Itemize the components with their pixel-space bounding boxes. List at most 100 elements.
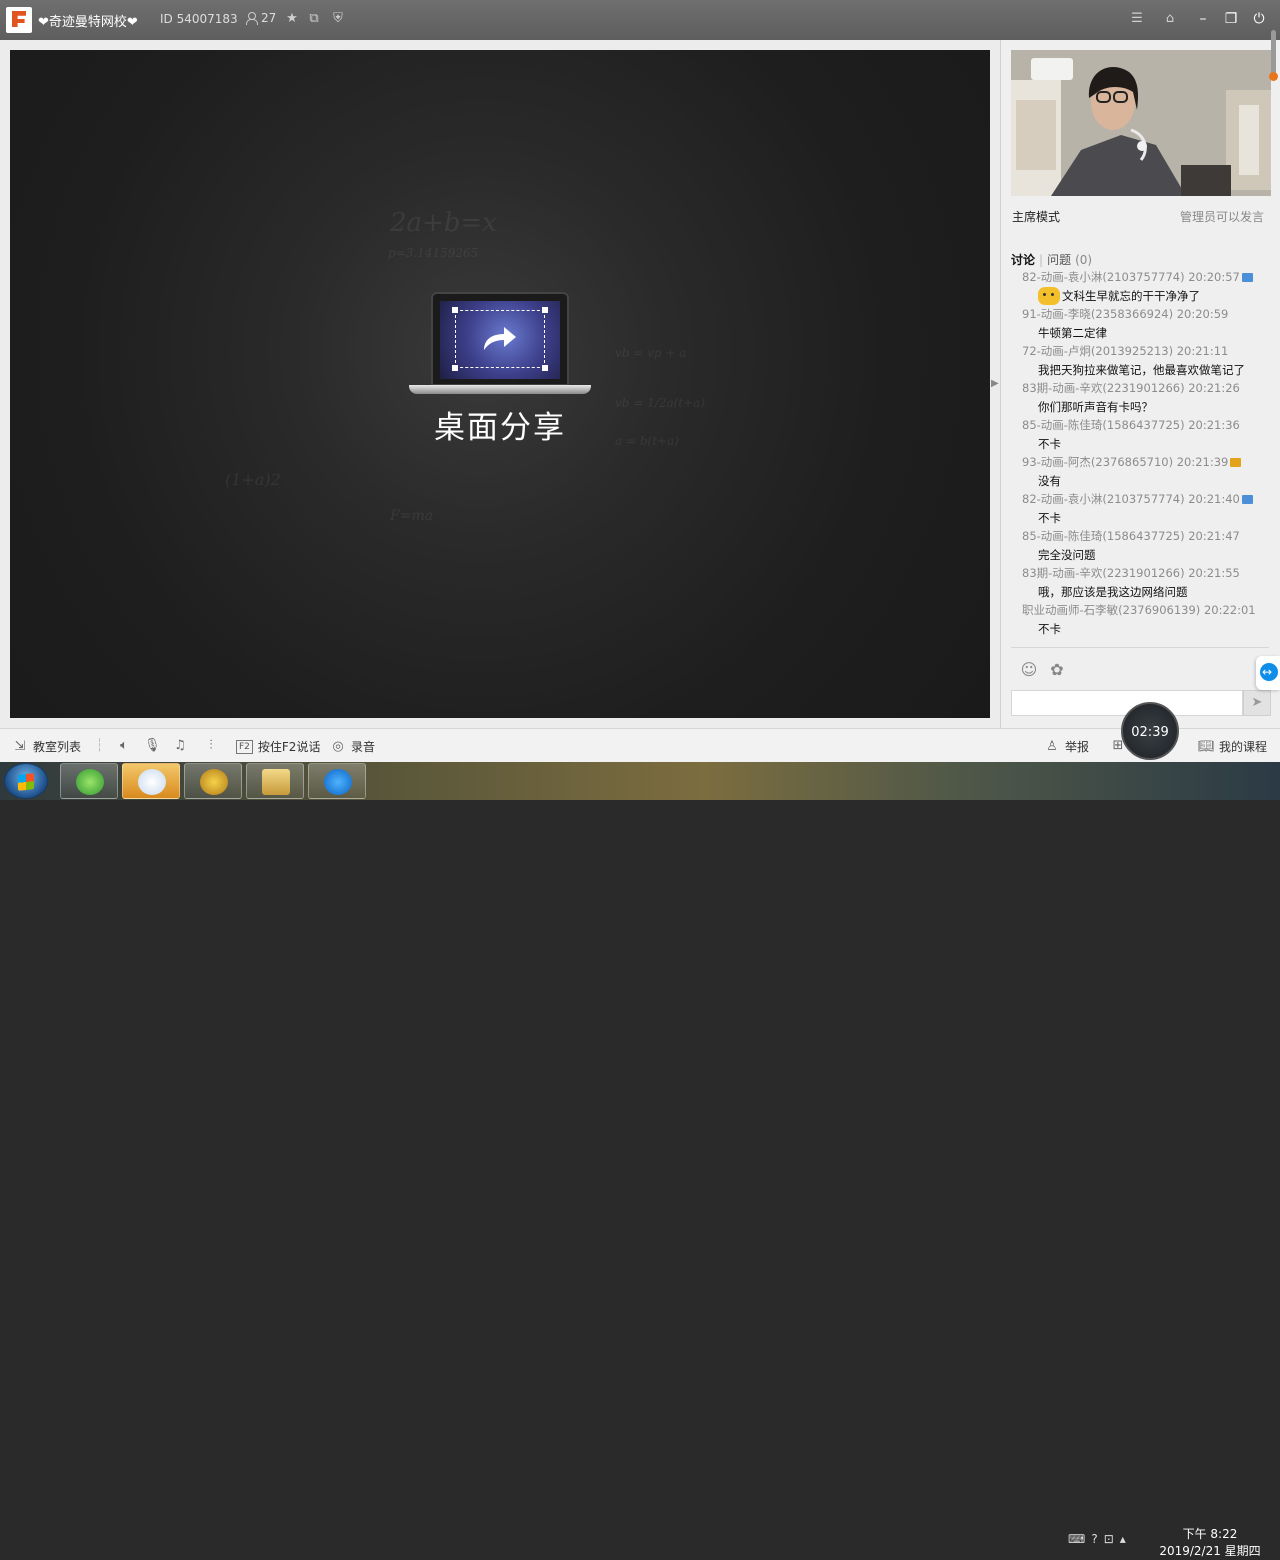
chat-message-header: 83期-动画-辛欢(2231901266) 20:21:26 [1022,381,1240,395]
bottom-toolbar: ⇲ 教室列表 ┆ 🔈︎ 🎙︎ ♫ ⫶ F2 按住F2说话 ◎ 录音 ♙ 举报 ⊞… [0,728,1280,762]
microphone-icon: 🎙︎ [144,738,161,753]
star-icon[interactable]: ★ [285,12,299,26]
folder-icon [262,769,290,795]
chat-message-header: 85-动画-陈佳琦(1586437725) 20:21:47 [1022,529,1240,543]
timer-widget[interactable]: 02:39 [1121,702,1179,760]
browser-icon [76,769,104,795]
taskbar-app-classroom[interactable] [122,763,180,799]
user-badge-icon [1241,495,1253,504]
push-to-talk-button[interactable]: F2 按住F2说话 [236,738,320,755]
online-count[interactable]: 27 [246,11,276,25]
power-icon[interactable]: ⏻ [1250,10,1268,28]
push-to-talk-label: 按住F2说话 [257,740,321,754]
teamviewer-tab-icon[interactable] [1256,656,1280,690]
right-panel: 主席模式 管理员可以发言 讨论 | 问题 (0) 82-动画-袁小淋(21037… [1000,40,1280,728]
menu-icon[interactable]: ☰ [1130,12,1144,26]
start-button[interactable] [4,763,48,799]
tab-question[interactable]: 问题 [1047,251,1071,268]
chat-message-body: 文科生早就忘的干干净净了 [1011,287,1269,305]
chalk-formula: p=3.14159265 [388,246,479,260]
shield-icon[interactable]: ⛨ [331,12,345,26]
exit-icon: ⇲ [14,738,26,754]
clock[interactable]: 下午 8:22 2019/2/21 星期四 [1150,1526,1270,1560]
teamviewer-icon [324,769,352,795]
app-logo [6,7,32,33]
record-label: 录音 [351,740,376,754]
taskbar-app-browser[interactable] [60,763,118,799]
my-courses-button[interactable]: 📖︎ 我的课程 [1198,738,1267,755]
taskbar-app-explorer[interactable] [246,763,304,799]
online-count-value: 27 [261,11,277,25]
record-button[interactable]: ◎ 录音 [330,738,375,755]
person-icon [246,12,258,25]
taskbar: ⌨ ? ⊡ ▴ 下午 8:22 2019/2/21 星期四 [0,762,1280,1558]
music-button[interactable]: ♫ [172,738,188,754]
chat-list[interactable]: 82-动画-袁小淋(2103757774) 20:20:57 文科生早就忘的干干净… [1011,268,1269,648]
chalk-formula: vb = 1/2a(t+a) [615,396,706,410]
clock-time: 下午 8:22 [1182,1527,1238,1541]
scroll-knob[interactable] [1269,72,1278,81]
chat-message-header: 72-动画-卢炯(2013925213) 20:21:11 [1022,344,1229,358]
mixer-button[interactable]: ⫶ [203,738,219,754]
emoji-icon[interactable]: ☺ [1019,660,1039,680]
chat-message-header: 91-动画-李晓(2358366924) 20:20:59 [1022,307,1229,321]
copy-icon[interactable]: ⧉ [307,12,321,26]
send-button[interactable]: ➤ [1243,690,1271,716]
question-count: (0) [1075,252,1093,267]
desktop-share-label: 桌面分享 [434,410,566,446]
minimize-icon[interactable]: – [1194,10,1212,28]
title-bar: ❤奇迹曼特网校❤ ID 54007183 27 ★ ⧉ ⛨ ☰ ⌂ – ❐ ⏻ [0,0,1280,40]
room-name: ❤奇迹曼特网校❤ [38,15,138,30]
chat-message-body: 不卡 [1038,621,1061,636]
chalk-formula: F=ma [390,508,434,524]
speaker-button[interactable]: 🔈︎ [116,738,132,754]
keyboard-icon[interactable]: ⌨ [1068,1532,1085,1546]
microphone-button[interactable]: 🎙︎ [144,738,161,754]
game-icon [200,769,228,795]
chat-message-header: 93-动画-阿杰(2376865710) 20:21:39 [1011,453,1269,472]
clock-date: 2019/2/21 星期四 [1159,1544,1261,1558]
taskbar-app-teamviewer[interactable] [308,763,366,799]
skin-icon[interactable]: ⌂ [1163,12,1177,26]
tab-discuss[interactable]: 讨论 [1011,251,1035,268]
classroom-list-label: 教室列表 [33,740,82,754]
tray-expand-icon[interactable]: ▴ [1120,1532,1126,1546]
chat-message-header: 82-动画-袁小淋(2103757774) 20:21:40 [1011,490,1269,509]
my-courses-label: 我的课程 [1219,740,1268,754]
f2-key-icon: F2 [236,739,253,754]
chat-message-body: 你们那听声音有卡吗？ [1038,399,1153,414]
chat-message-body: 我把天狗拉来做笔记，他最喜欢做笔记了 [1038,362,1245,377]
restore-icon[interactable]: ❐ [1222,10,1240,28]
flower-icon[interactable]: ✿ [1047,660,1067,680]
desktop-share-icon [409,292,591,396]
room-id: ID 54007183 [160,12,238,26]
admin-speak-setting[interactable]: 管理员可以发言 [1180,208,1264,225]
help-icon[interactable]: ? [1091,1532,1097,1546]
chat-message-body: 没有 [1038,473,1061,488]
user-badge-icon [1241,273,1253,282]
teacher-video[interactable] [1011,50,1271,196]
report-button[interactable]: ♙ 举报 [1044,738,1089,755]
report-icon: ♙ [1046,738,1058,754]
chalk-formula: a = b(t+a) [615,434,679,448]
desktop-share-stage[interactable]: 2a+b=x p=3.14159265 vb = vp + a vb = 1/2… [10,50,990,718]
scrollbar[interactable] [1271,30,1276,78]
chat-message-header: 83期-动画-辛欢(2231901266) 20:21:55 [1022,566,1240,580]
report-label: 举报 [1065,740,1090,754]
chalk-formula: 2a+b=x [390,208,497,238]
mode-label: 主席模式 [1012,210,1061,224]
chat-message-body: 完全没问题 [1038,547,1096,562]
taskbar-app-game[interactable] [184,763,242,799]
system-tray: ⌨ ? ⊡ ▴ [1068,1532,1126,1546]
chat-message-header: 85-动画-陈佳琦(1586437725) 20:21:36 [1022,418,1240,432]
chat-tabs: 讨论 | 问题 (0) [1011,251,1093,268]
network-icon[interactable]: ⊡ [1104,1532,1114,1546]
chat-message-body: 不卡 [1038,510,1061,525]
chat-message-header: 82-动画-袁小淋(2103757774) 20:20:57 [1011,268,1269,287]
classroom-list-button[interactable]: ⇲ 教室列表 [12,738,81,755]
chat-message-header: 职业动画师-石李敏(2376906139) 20:22:01 [1022,603,1256,617]
collapse-panel-icon[interactable]: ▶ [991,378,999,389]
user-badge-icon [1230,458,1242,467]
speaker-icon: 🔈︎ [120,738,128,753]
chat-message-body: 牛顿第二定律 [1038,325,1107,340]
